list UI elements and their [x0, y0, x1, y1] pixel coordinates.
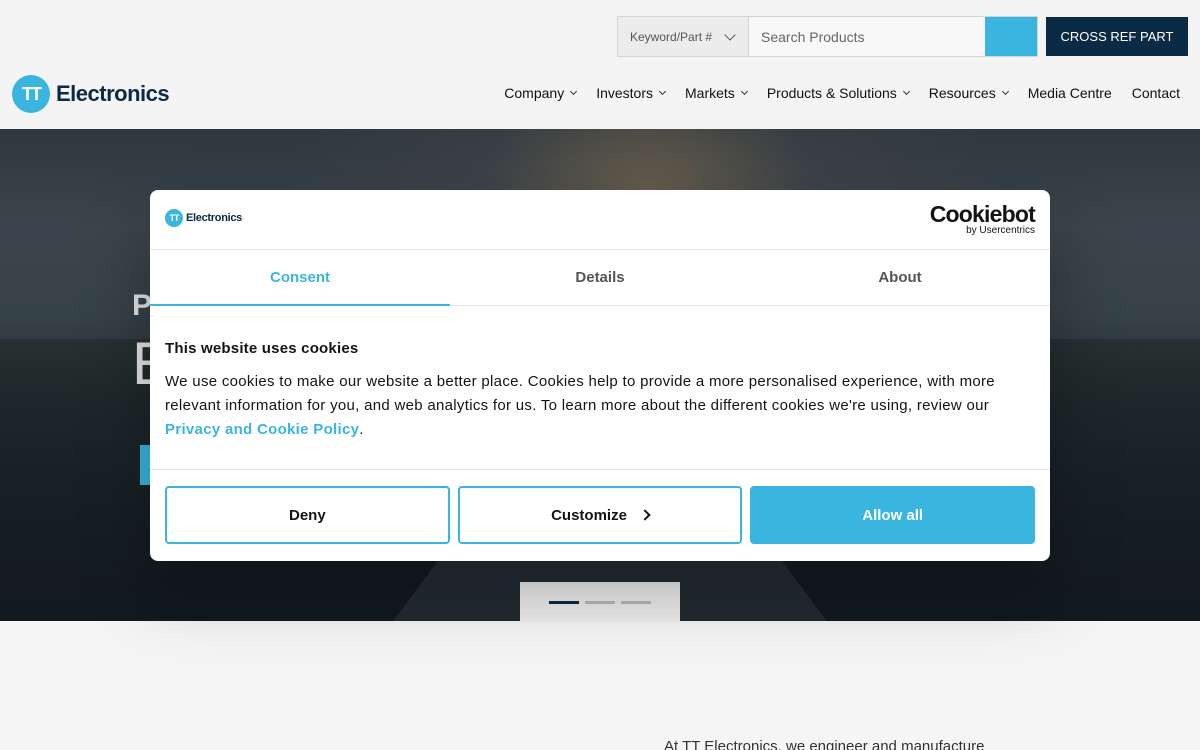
privacy-policy-link[interactable]: Privacy and Cookie Policy: [165, 421, 359, 438]
nav-item-media-centre[interactable]: Media Centre: [1018, 83, 1122, 103]
site-logo[interactable]: TT Electronics: [12, 75, 170, 113]
allow-all-button[interactable]: Allow all: [750, 486, 1036, 544]
nav-item-label: Investors: [596, 85, 654, 101]
carousel-dot[interactable]: [549, 600, 579, 604]
nav-item-company[interactable]: Company: [494, 83, 586, 103]
nav-item-label: Markets: [685, 85, 735, 101]
nav-item-investors[interactable]: Investors: [586, 83, 675, 103]
site-header: Keyword/Part # CROSS REF PART TT Electro…: [0, 0, 1200, 129]
cookie-consent-dialog: TT Electronics Cookiebot by Usercentrics…: [150, 190, 1050, 561]
nav-item-label: Resources: [928, 85, 996, 101]
nav-item-label: Contact: [1131, 85, 1180, 101]
cookiebot-title: Cookiebot: [929, 201, 1036, 227]
chevron-down-icon: [658, 87, 667, 96]
tab-details[interactable]: Details: [450, 250, 750, 305]
cross-ref-part-button[interactable]: CROSS REF PART: [1046, 17, 1188, 56]
dialog-heading: This website uses cookies: [165, 340, 359, 357]
dialog-description-text: We use cookies to make our website a bet…: [165, 373, 995, 414]
nav-item-label: Media Centre: [1027, 85, 1112, 101]
search-button[interactable]: [985, 17, 1037, 56]
allow-all-label: Allow all: [862, 506, 924, 524]
cookiebot-logo[interactable]: Cookiebot by Usercentrics: [929, 201, 1036, 236]
deny-button[interactable]: Deny: [165, 486, 450, 544]
chevron-down-icon: [1001, 87, 1009, 96]
logo-mark-icon: TT: [12, 75, 50, 113]
dialog-tabs: Consent Details About: [150, 250, 1050, 306]
logo-text: Electronics: [56, 81, 170, 106]
dialog-site-logo: TT Electronics: [165, 209, 242, 227]
search-input[interactable]: [749, 17, 985, 56]
nav-item-label: Company: [504, 85, 565, 101]
nav-item-label: Products & Solutions: [766, 85, 897, 101]
hero-heading-partial: P: [132, 289, 153, 322]
product-search: Keyword/Part #: [617, 16, 1038, 57]
deny-label: Deny: [288, 506, 326, 524]
chevron-down-icon: [902, 87, 910, 96]
carousel-indicators: [520, 582, 680, 622]
nav-item-markets[interactable]: Markets: [675, 83, 757, 103]
search-type-select[interactable]: Keyword/Part #: [618, 17, 749, 56]
customize-button[interactable]: Customize: [457, 486, 743, 544]
customize-label: Customize: [551, 506, 627, 524]
chevron-down-icon: [724, 28, 736, 41]
carousel-dot[interactable]: [585, 600, 615, 604]
intro-text: At TT Electronics, we engineer and manuf…: [664, 738, 985, 750]
chevron-down-icon: [570, 87, 578, 96]
tab-consent[interactable]: Consent: [150, 250, 450, 306]
carousel-dot[interactable]: [621, 600, 651, 604]
nav-item-contact[interactable]: Contact: [1122, 83, 1190, 103]
dialog-actions: Deny Customize Allow all: [150, 470, 1050, 560]
chevron-right-icon: [639, 509, 651, 521]
dialog-body: This website uses cookies We use cookies…: [150, 306, 1050, 470]
search-type-label: Keyword/Part #: [630, 29, 713, 44]
dialog-description-end: .: [359, 421, 364, 438]
dialog-description: We use cookies to make our website a bet…: [165, 370, 1035, 442]
logo-text: Electronics: [186, 212, 243, 224]
tab-about[interactable]: About: [750, 250, 1050, 305]
main-nav: Company Investors Markets Products & Sol…: [494, 83, 1190, 103]
nav-item-products-solutions[interactable]: Products & Solutions: [757, 83, 919, 103]
dialog-header: TT Electronics Cookiebot by Usercentrics: [150, 190, 1050, 250]
chevron-down-icon: [740, 87, 748, 96]
nav-item-resources[interactable]: Resources: [919, 83, 1018, 103]
logo-mark-icon: TT: [165, 209, 183, 227]
